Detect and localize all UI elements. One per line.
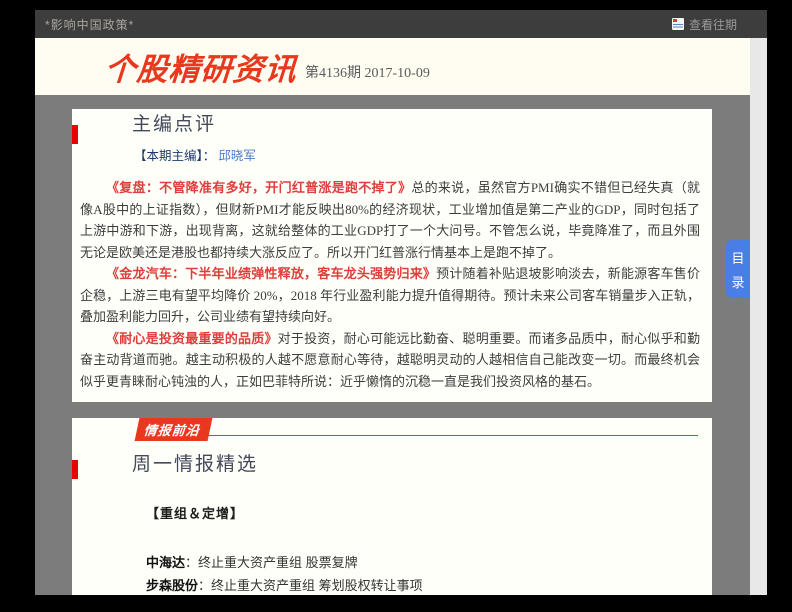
page-body: 主编点评 【本期主编】： 邱晓军 《复盘：不管降准有多好，开门红普涨是跑不掉了》… [35,95,750,595]
intel-group-label: 【重组＆定增】 [146,506,245,521]
view-archive-button[interactable]: 查看往期 [671,16,737,33]
toc-tab-char: 录 [731,274,745,290]
red-accent-bar [72,460,78,479]
calendar-icon [671,18,684,30]
editor-name-link[interactable]: 邱晓军 [218,149,256,163]
stock-name: 步森股份 [146,578,199,593]
brand-logo: 个股精研资讯 [103,52,299,87]
stock-news-row: 步森股份：终止重大资产重组 筹划股权转让事项 [146,574,712,595]
masthead: 个股精研资讯 第4136期 2017-10-09 [35,38,767,95]
stock-news-row: 中海达：终止重大资产重组 股票复牌 [146,551,712,574]
intel-frontier-badge: 情报前沿 [134,418,213,441]
article-headline: 《复盘：不管降准有多好，开门红普涨是跑不掉了》 [106,180,412,195]
topbar-title: *影响中国政策* [45,17,135,32]
intel-frontier-card: 情报前沿 周一情报精选 【重组＆定增】 中海达：终止重大资产重组 股票复牌 步森… [72,418,712,595]
editor-label: 【本期主编】： [134,149,216,163]
editor-paragraph: 《金龙汽车：下半年业绩弹性释放，客车龙头强势归来》预计随着补贴退坡影响淡去，新能… [80,263,700,328]
editor-paragraph: 《复盘：不管降准有多好，开门红普涨是跑不掉了》总的来说，虽然官方PMI确实不错但… [80,177,700,263]
editor-section-title: 主编点评 [132,114,217,135]
article-headline: 《金龙汽车：下半年业绩弹性释放，客车龙头强势归来》 [106,266,437,281]
stock-news-desc: 终止重大资产重组 股票复牌 [198,555,358,570]
editor-paragraphs: 《复盘：不管降准有多好，开门红普涨是跑不掉了》总的来说，虽然官方PMI确实不错但… [80,177,700,392]
colon: ： [198,578,212,593]
scrollbar[interactable] [750,38,767,595]
article-headline: 《耐心是投资最重要的品质》 [106,330,278,346]
intel-section-title: 周一情报精选 [132,454,259,475]
stock-news-desc: 终止重大资产重组 筹划股权转让事项 [211,578,423,593]
issue-number: 第4136期 2017-10-09 [305,65,430,81]
topbar: *影响中国政策* 查看往期 [35,10,767,38]
toc-tab-char: 目 [731,250,745,266]
view-archive-label: 查看往期 [688,17,737,32]
editor-comment-card: 主编点评 【本期主编】： 邱晓军 《复盘：不管降准有多好，开门红普涨是跑不掉了》… [72,109,712,402]
toc-tab[interactable]: 目 录 [726,240,750,298]
editor-byline: 【本期主编】： 邱晓军 [134,145,712,164]
stock-news-list: 中海达：终止重大资产重组 股票复牌 步森股份：终止重大资产重组 筹划股权转让事项… [146,551,712,595]
intel-frontier-badge-label: 情报前沿 [143,423,201,438]
newsletter-window: *影响中国政策* 查看往期 个股精研资讯 第4136期 2017-10-09 主… [35,10,767,595]
colon: ： [185,555,199,570]
stock-name: 中海达 [146,555,186,570]
intel-badge-rule: 情报前沿 [134,418,698,441]
red-accent-bar [72,125,78,144]
editor-paragraph: 《耐心是投资最重要的品质》对于投资，耐心可能远比勤奋、聪明重要。而诸多品质中，耐… [80,328,700,393]
